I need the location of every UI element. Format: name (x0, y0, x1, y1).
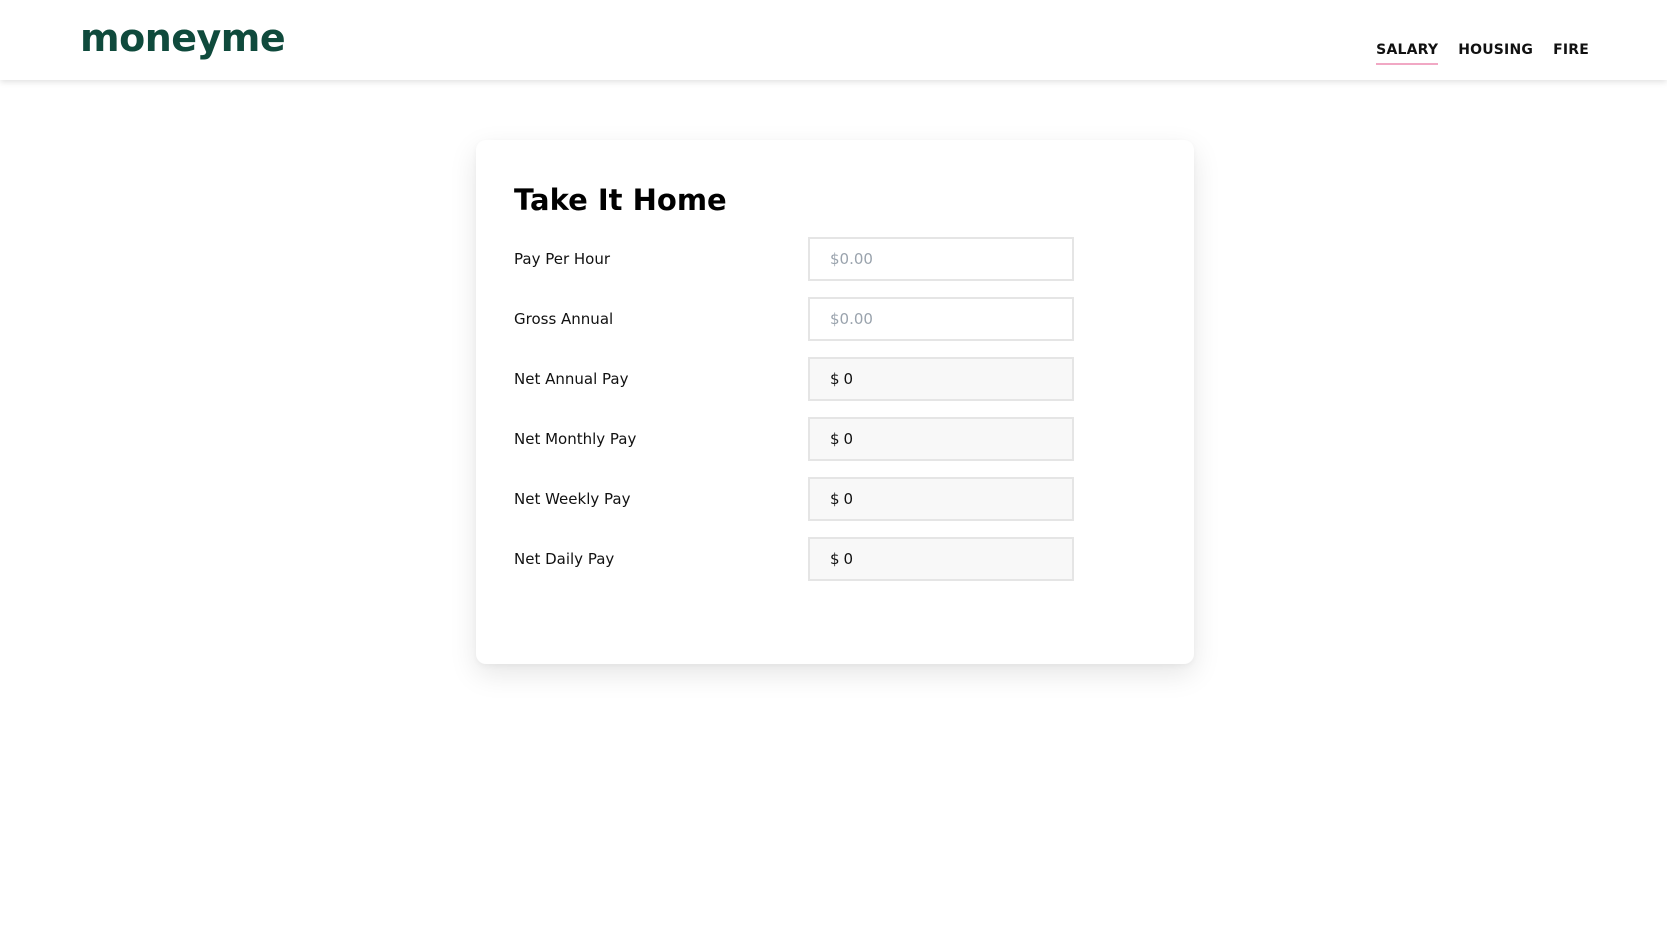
currency-symbol: $ (830, 490, 840, 508)
moneyme-logo[interactable]: moneyme (80, 14, 286, 62)
pay-per-hour-row: Pay Per Hour (514, 237, 1084, 281)
net-annual-pay-label: Net Annual Pay (514, 370, 629, 388)
net-weekly-pay-output: $ 0 (808, 477, 1074, 521)
net-monthly-pay-label: Net Monthly Pay (514, 430, 637, 448)
net-weekly-pay-label: Net Weekly Pay (514, 490, 631, 508)
nav-item-salary[interactable]: SALARY (1376, 40, 1439, 65)
net-weekly-pay-row: Net Weekly Pay $ 0 (514, 477, 1084, 521)
nav-item-fire[interactable]: FIRE (1553, 40, 1589, 65)
pay-per-hour-label: Pay Per Hour (514, 250, 611, 268)
net-monthly-pay-value: 0 (843, 430, 854, 448)
top-navigation-bar: moneyme SALARY HOUSING FIRE (0, 0, 1667, 80)
currency-symbol: $ (830, 550, 840, 568)
net-daily-pay-row: Net Daily Pay $ 0 (514, 537, 1084, 581)
card-title: Take It Home (514, 183, 727, 217)
gross-annual-input[interactable] (808, 297, 1074, 341)
main-nav: SALARY HOUSING FIRE (1376, 40, 1589, 65)
currency-symbol: $ (830, 370, 840, 388)
net-monthly-pay-output: $ 0 (808, 417, 1074, 461)
gross-annual-label: Gross Annual (514, 310, 614, 328)
net-annual-pay-value: 0 (843, 370, 854, 388)
net-annual-pay-row: Net Annual Pay $ 0 (514, 357, 1084, 401)
net-monthly-pay-row: Net Monthly Pay $ 0 (514, 417, 1084, 461)
net-annual-pay-output: $ 0 (808, 357, 1074, 401)
gross-annual-row: Gross Annual (514, 297, 1084, 341)
net-daily-pay-value: 0 (843, 550, 854, 568)
take-home-calculator-card: Take It Home Pay Per Hour Gross Annual N… (476, 140, 1194, 664)
currency-symbol: $ (830, 430, 840, 448)
pay-per-hour-input[interactable] (808, 237, 1074, 281)
net-daily-pay-output: $ 0 (808, 537, 1074, 581)
nav-item-housing[interactable]: HOUSING (1458, 40, 1533, 65)
net-weekly-pay-value: 0 (843, 490, 854, 508)
net-daily-pay-label: Net Daily Pay (514, 550, 615, 568)
